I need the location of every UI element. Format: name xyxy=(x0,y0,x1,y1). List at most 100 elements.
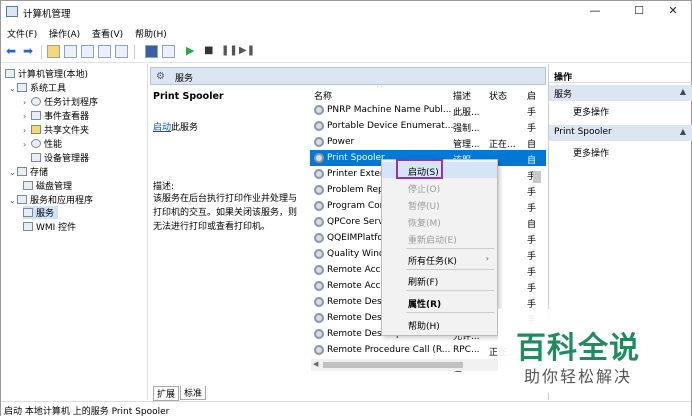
collapse-up-icon[interactable]: ▲ xyxy=(680,87,686,96)
menu-view[interactable]: 查看(V) xyxy=(92,27,123,40)
clock-icon xyxy=(31,97,41,106)
service-gear-icon xyxy=(314,105,324,115)
tree-label: 系统工具 xyxy=(30,84,67,94)
tree-services[interactable]: 服务 xyxy=(23,206,59,219)
list-vertical-scrollbar[interactable] xyxy=(533,171,541,271)
start-service-icon[interactable]: ▶ xyxy=(186,45,199,58)
forward-arrow-icon[interactable]: ➡ xyxy=(23,45,36,58)
horizontal-scroll-thumb[interactable] xyxy=(323,362,463,368)
tree-system-tools[interactable]: ⌄ 系统工具 xyxy=(9,81,66,94)
more-actions-services[interactable]: 更多操作 xyxy=(573,105,609,118)
context-menu-resume: 恢复(M) xyxy=(408,219,441,229)
back-arrow-icon[interactable]: ⬅ xyxy=(6,45,19,58)
collapse-arrow-icon[interactable]: ⌄ xyxy=(9,168,17,177)
export-list-icon[interactable] xyxy=(115,45,128,58)
service-description: 强制... xyxy=(453,124,480,134)
show-tree-icon[interactable] xyxy=(64,45,77,58)
help-icon[interactable] xyxy=(145,45,158,58)
computer-icon xyxy=(5,69,15,78)
context-menu-pause: 暂停(U) xyxy=(408,202,440,212)
tree-root-label: 计算机管理(本地) xyxy=(18,70,89,80)
context-menu-properties[interactable]: 属性(R) xyxy=(382,294,497,310)
performance-icon xyxy=(31,139,41,148)
column-description[interactable]: 描述 xyxy=(453,89,471,102)
toolbar-separator xyxy=(41,45,42,59)
service-description: RPC... xyxy=(453,345,480,355)
pause-service-icon[interactable]: ❚❚ xyxy=(221,45,238,58)
column-startup-type[interactable]: 启 xyxy=(527,89,536,102)
tree-device-manager[interactable]: 设备管理器 xyxy=(31,151,89,164)
restart-service-icon[interactable]: ▶❚ xyxy=(239,45,255,58)
expand-arrow-icon[interactable]: › xyxy=(23,98,31,107)
tree-disk-management[interactable]: 磁盘管理 xyxy=(23,179,72,192)
services-gear-icon xyxy=(23,208,33,217)
disk-icon xyxy=(23,181,33,190)
service-gear-icon xyxy=(314,137,324,147)
vertical-scroll-thumb[interactable] xyxy=(533,171,541,183)
show-action-pane-icon[interactable] xyxy=(162,45,175,58)
navigation-tree: 计算机管理(本地) ⌄ 系统工具 › 任务计划程序 › 事件查看器 › 共享文件夹 › 性… xyxy=(1,64,148,400)
storage-icon xyxy=(17,167,27,176)
tree-task-scheduler[interactable]: › 任务计划程序 xyxy=(23,95,98,108)
tree-label: 性能 xyxy=(44,140,63,150)
tree-label: 设备管理器 xyxy=(44,154,90,164)
refresh-icon[interactable] xyxy=(98,45,111,58)
collapse-arrow-icon[interactable]: ⌄ xyxy=(9,196,17,205)
stop-service-icon[interactable]: ■ xyxy=(204,45,217,58)
service-gear-icon xyxy=(314,233,324,243)
view-tabs: 扩展 标准 xyxy=(150,384,546,401)
event-log-icon xyxy=(31,111,41,120)
maximize-button[interactable]: ☐ xyxy=(627,3,651,19)
menu-file[interactable]: 文件(F) xyxy=(7,27,37,40)
menu-action[interactable]: 操作(A) xyxy=(49,27,80,40)
tree-services-apps[interactable]: ⌄ 服务和应用程序 xyxy=(9,193,93,206)
service-row[interactable]: Power 管理... 正在... 自 xyxy=(310,134,546,150)
description-text: 该服务在后台执行打印作业并处理与打印机的交互。如果关闭该服务，则无法进行打印或查… xyxy=(153,194,298,232)
tree-root[interactable]: 计算机管理(本地) xyxy=(5,67,88,80)
service-name: Portable Device Enumerat... xyxy=(327,121,453,131)
title-bar: 计算机管理 — ☐ ✕ xyxy=(1,1,691,23)
selected-service-name: Print Spooler xyxy=(153,91,224,102)
context-menu-separator xyxy=(406,312,494,313)
service-gear-icon xyxy=(314,153,324,163)
context-menu-all-tasks-label: 所有任务(K) xyxy=(408,257,457,267)
collapse-up-icon[interactable]: ▲ xyxy=(680,127,686,136)
services-apps-icon xyxy=(17,195,27,204)
expand-arrow-icon[interactable]: › xyxy=(23,126,31,135)
tab-extended[interactable]: 扩展 xyxy=(153,386,180,401)
context-menu-help[interactable]: 帮助(H) xyxy=(382,316,497,332)
tab-standard[interactable]: 标准 xyxy=(180,386,207,400)
actions-section-services[interactable]: 服务 ▲ xyxy=(549,85,692,101)
expand-arrow-icon[interactable]: › xyxy=(23,140,31,149)
tree-label: 共享文件夹 xyxy=(44,126,90,136)
close-button[interactable]: ✕ xyxy=(661,3,685,19)
scroll-left-icon[interactable]: ◀ xyxy=(313,360,318,368)
column-name[interactable]: 名称 xyxy=(314,89,332,102)
device-manager-icon xyxy=(31,153,41,162)
service-row[interactable]: Portable Device Enumerat... 强制... 手 xyxy=(310,118,546,134)
service-row[interactable]: PNRP Machine Name Publ... 此服... 手 xyxy=(310,102,546,118)
context-menu-all-tasks[interactable]: 所有任务(K) › xyxy=(382,251,497,267)
actions-section-print-spooler[interactable]: Print Spooler ▲ xyxy=(549,125,692,141)
menu-help[interactable]: 帮助(H) xyxy=(135,27,167,40)
minimize-button[interactable]: — xyxy=(583,3,607,19)
start-service-link[interactable]: 启动 xyxy=(153,123,171,133)
tree-shared-folders[interactable]: › 共享文件夹 xyxy=(23,123,89,136)
tree-storage[interactable]: ⌄ 存储 xyxy=(9,165,48,178)
service-name: PNRP Machine Name Publ... xyxy=(327,105,452,115)
column-status[interactable]: 状态 xyxy=(489,89,507,102)
more-actions-print-spooler[interactable]: 更多操作 xyxy=(573,146,609,159)
properties-icon[interactable] xyxy=(81,45,94,58)
service-gear-icon xyxy=(314,265,324,275)
service-gear-icon xyxy=(314,345,324,355)
service-gear-icon xyxy=(314,329,324,339)
tree-event-viewer[interactable]: › 事件查看器 xyxy=(23,109,89,122)
collapse-arrow-icon[interactable]: ⌄ xyxy=(9,84,17,93)
watermark-title: 百科全说 xyxy=(516,331,640,366)
tree-label: 任务计划程序 xyxy=(44,98,99,108)
up-folder-icon[interactable] xyxy=(47,45,60,58)
tree-performance[interactable]: › 性能 xyxy=(23,137,62,150)
expand-arrow-icon[interactable]: › xyxy=(23,112,31,121)
tree-wmi-control[interactable]: WMI 控件 xyxy=(23,220,76,233)
context-menu-refresh[interactable]: 刷新(F) xyxy=(382,272,497,288)
